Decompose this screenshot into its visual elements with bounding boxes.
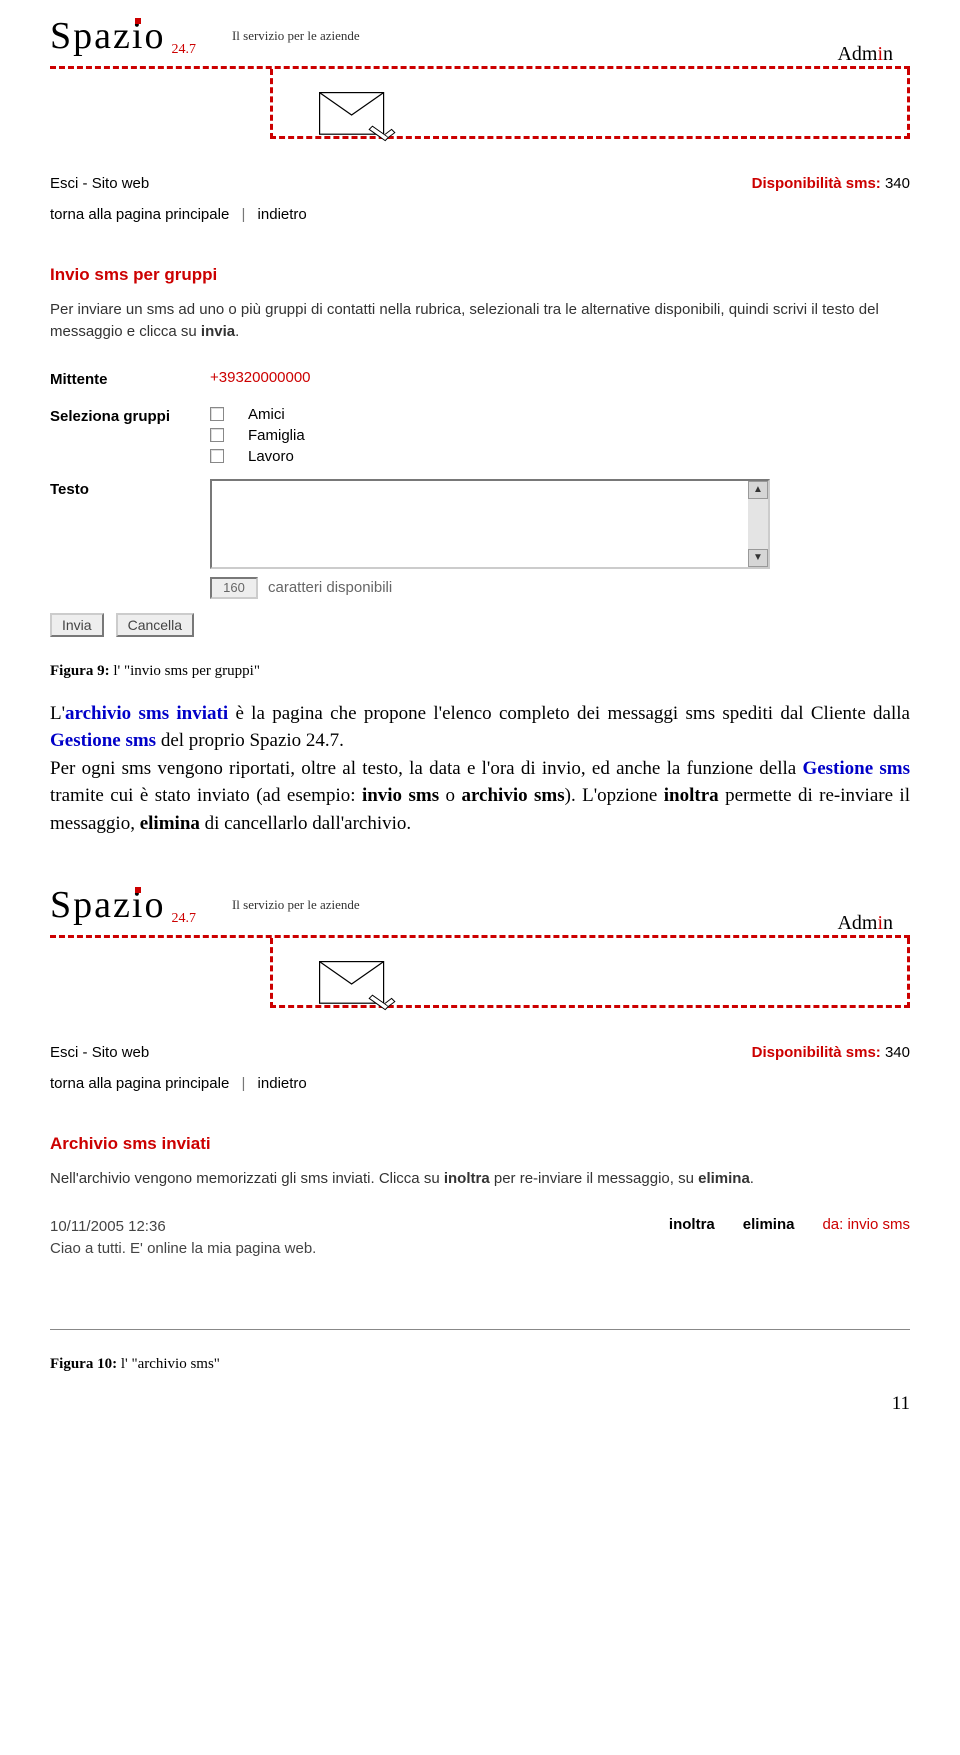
archive-from: da: invio sms — [822, 1216, 910, 1233]
breadcrumb-home[interactable]: torna alla pagina principale — [50, 1075, 229, 1092]
logo-o: o — [144, 15, 165, 57]
breadcrumb-home[interactable]: torna alla pagina principale — [50, 206, 229, 223]
archive-body: Ciao a tutti. E' online la mia pagina we… — [50, 1240, 316, 1257]
figure-10-caption: Figura 10: l' "archivio sms" — [50, 1356, 910, 1373]
checkbox-famiglia[interactable] — [210, 428, 224, 442]
logo-tagline: Il servizio per le aziende — [210, 883, 360, 913]
screenshot-panel-2: Spazio 24.7 Il servizio per le aziende A… — [50, 869, 910, 1330]
message-textarea[interactable]: ▲ ▼ — [210, 479, 770, 569]
archive-entry: 10/11/2005 12:36 Ciao a tutti. E' online… — [50, 1216, 910, 1260]
section-title-invio: Invio sms per gruppi — [50, 265, 910, 285]
screenshot-panel-1: Spazio 24.7 Il servizio per le aziende A… — [50, 0, 910, 637]
top-links: Esci - Sito web — [50, 175, 149, 192]
button-row: Invia Cancella — [50, 613, 910, 637]
logo-i: i — [132, 14, 145, 58]
envelope-icon — [313, 91, 403, 147]
invia-button[interactable]: Invia — [50, 613, 104, 637]
logo-tagline: Il servizio per le aziende — [210, 14, 360, 44]
section-desc-invio: Per inviare un sms ad uno o più gruppi d… — [50, 299, 910, 343]
sms-availability: Disponibilità sms: 340 — [752, 175, 910, 192]
scroll-up-icon[interactable]: ▲ — [748, 481, 768, 499]
logo: Spazio — [50, 883, 165, 927]
logo-row: Spazio 24.7 Il servizio per le aziende — [50, 869, 910, 927]
archive-date: 10/11/2005 12:36 — [50, 1218, 166, 1235]
mittente-row: Mittente +39320000000 — [50, 369, 910, 388]
logo-i-dot — [135, 18, 141, 24]
page-number: 11 — [50, 1393, 910, 1415]
gruppi-label: Seleziona gruppi — [50, 406, 210, 425]
divider — [50, 1329, 910, 1330]
cancella-button[interactable]: Cancella — [116, 613, 194, 637]
sito-web-link[interactable]: Sito web — [92, 175, 150, 192]
section-desc-archivio: Nell'archivio vengono memorizzati gli sm… — [50, 1168, 910, 1190]
char-counter-label: caratteri disponibili — [268, 579, 392, 596]
envelope-icon — [313, 960, 403, 1016]
breadcrumb-back[interactable]: indietro — [258, 206, 307, 223]
group-item: Amici — [210, 406, 305, 423]
logo-sub: 24.7 — [171, 42, 196, 58]
char-counter-row: 160 caratteri disponibili — [210, 577, 910, 599]
sms-availability: Disponibilità sms: 340 — [752, 1044, 910, 1061]
top-nav: Esci - Sito web Disponibilità sms: 340 — [50, 175, 910, 192]
logo: Spazio — [50, 14, 165, 58]
section-title-archivio: Archivio sms inviati — [50, 1134, 910, 1154]
logo-text: Spaz — [50, 15, 132, 57]
envelope-banner: Admin — [270, 938, 910, 1008]
inoltra-link[interactable]: inoltra — [669, 1216, 715, 1233]
mittente-value: +39320000000 — [210, 369, 311, 386]
checkbox-amici[interactable] — [210, 407, 224, 421]
char-counter-value: 160 — [210, 577, 258, 599]
breadcrumb-back[interactable]: indietro — [258, 1075, 307, 1092]
breadcrumb: torna alla pagina principale | indietro — [50, 1075, 910, 1092]
breadcrumb: torna alla pagina principale | indietro — [50, 206, 910, 223]
archive-actions: inoltra elimina da: invio sms — [669, 1216, 910, 1233]
elimina-link[interactable]: elimina — [743, 1216, 795, 1233]
figure-9-caption: Figura 9: l' "invio sms per gruppi" — [50, 663, 910, 680]
group-item: Famiglia — [210, 427, 305, 444]
group-list: Amici Famiglia Lavoro — [210, 406, 305, 465]
admin-label: Admin — [833, 43, 897, 66]
logo-i-dot — [135, 887, 141, 893]
checkbox-lavoro[interactable] — [210, 449, 224, 463]
group-label: Famiglia — [248, 427, 305, 444]
scroll-down-icon[interactable]: ▼ — [748, 549, 768, 567]
document-paragraph: L'archivio sms inviati è la pagina che p… — [50, 700, 910, 838]
testo-row: Testo ▲ ▼ — [50, 479, 910, 569]
group-label: Lavoro — [248, 448, 294, 465]
top-nav: Esci - Sito web Disponibilità sms: 340 — [50, 1044, 910, 1061]
esci-link[interactable]: Esci — [50, 1044, 78, 1061]
logo-row: Spazio 24.7 Il servizio per le aziende — [50, 0, 910, 58]
logo-sub: 24.7 — [171, 911, 196, 927]
archive-entry-text: 10/11/2005 12:36 Ciao a tutti. E' online… — [50, 1216, 316, 1260]
envelope-banner: Admin — [270, 69, 910, 139]
sms-availability-value: 340 — [885, 175, 910, 192]
group-label: Amici — [248, 406, 285, 423]
sito-web-link[interactable]: Sito web — [92, 1044, 150, 1061]
mittente-label: Mittente — [50, 369, 210, 388]
testo-label: Testo — [50, 479, 210, 498]
esci-link[interactable]: Esci — [50, 175, 78, 192]
group-item: Lavoro — [210, 448, 305, 465]
gruppi-row: Seleziona gruppi Amici Famiglia Lavoro — [50, 406, 910, 465]
admin-label: Admin — [833, 912, 897, 935]
scrollbar[interactable]: ▲ ▼ — [748, 481, 768, 567]
